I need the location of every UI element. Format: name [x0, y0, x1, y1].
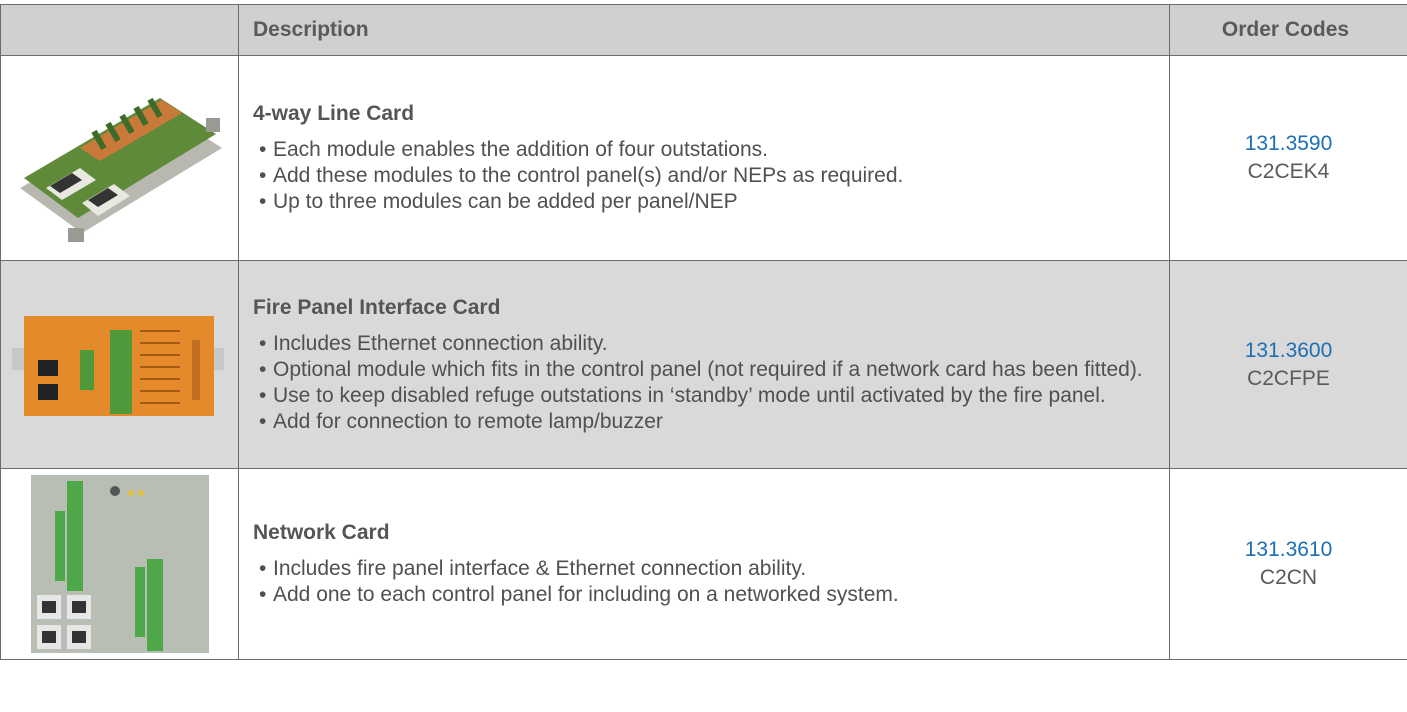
order-code-id: C2CN [1170, 564, 1407, 592]
feature-text: Includes Ethernet connection ability. [273, 332, 608, 355]
order-code-id: C2CEK4 [1170, 158, 1407, 186]
feature-item: •Up to three modules can be added per pa… [253, 189, 1155, 215]
feature-item: •Each module enables the addition of fou… [253, 137, 1155, 163]
feature-item: •Use to keep disabled refuge outstations… [253, 383, 1155, 409]
product-table: Description Order Codes [0, 4, 1407, 660]
feature-text: Use to keep disabled refuge outstations … [273, 384, 1106, 407]
product-image-cell [1, 56, 239, 261]
product-description-cell: 4-way Line Card •Each module enables the… [239, 56, 1170, 261]
feature-text: Add for connection to remote lamp/buzzer [273, 410, 663, 433]
order-code-number[interactable]: 131.3610 [1170, 536, 1407, 564]
order-code-number[interactable]: 131.3590 [1170, 130, 1407, 158]
feature-item: •Includes Ethernet connection ability. [253, 331, 1155, 357]
table-row: Fire Panel Interface Card •Includes Ethe… [1, 261, 1407, 469]
order-code-cell: 131.3600 C2CFPE [1170, 261, 1407, 469]
product-title: Network Card [253, 520, 1155, 546]
feature-item: •Add these modules to the control panel(… [253, 163, 1155, 189]
order-code-cell: 131.3610 C2CN [1170, 469, 1407, 660]
header-image-cell [1, 5, 239, 56]
header-order-codes: Order Codes [1170, 5, 1407, 56]
feature-text: Includes fire panel interface & Ethernet… [273, 557, 806, 580]
order-code-cell: 131.3590 C2CEK4 [1170, 56, 1407, 261]
table-row: 4-way Line Card •Each module enables the… [1, 56, 1407, 261]
feature-text: Add one to each control panel for includ… [273, 583, 899, 606]
feature-list: •Each module enables the addition of fou… [253, 137, 1155, 215]
network-card-image [27, 471, 213, 657]
feature-list: •Includes Ethernet connection ability. •… [253, 331, 1155, 435]
feature-text: Optional module which fits in the contro… [273, 358, 1143, 381]
header-description: Description [239, 5, 1170, 56]
feature-item: •Add for connection to remote lamp/buzze… [253, 409, 1155, 435]
order-code-number[interactable]: 131.3600 [1170, 337, 1407, 365]
feature-text: Add these modules to the control panel(s… [273, 164, 903, 187]
feature-text: Up to three modules can be added per pan… [273, 190, 738, 213]
feature-item: •Add one to each control panel for inclu… [253, 582, 1155, 608]
product-image-cell [1, 469, 239, 660]
product-title: Fire Panel Interface Card [253, 295, 1155, 321]
table-header-row: Description Order Codes [1, 5, 1407, 56]
feature-list: •Includes fire panel interface & Etherne… [253, 556, 1155, 608]
feature-text: Each module enables the addition of four… [273, 138, 768, 161]
fire-panel-card-image [10, 310, 230, 420]
line-card-image [10, 68, 230, 248]
product-title: 4-way Line Card [253, 101, 1155, 127]
product-image-cell [1, 261, 239, 469]
product-description-cell: Fire Panel Interface Card •Includes Ethe… [239, 261, 1170, 469]
order-code-id: C2CFPE [1170, 365, 1407, 393]
product-description-cell: Network Card •Includes fire panel interf… [239, 469, 1170, 660]
feature-item: •Includes fire panel interface & Etherne… [253, 556, 1155, 582]
feature-item: •Optional module which fits in the contr… [253, 357, 1155, 383]
table-row: Network Card •Includes fire panel interf… [1, 469, 1407, 660]
